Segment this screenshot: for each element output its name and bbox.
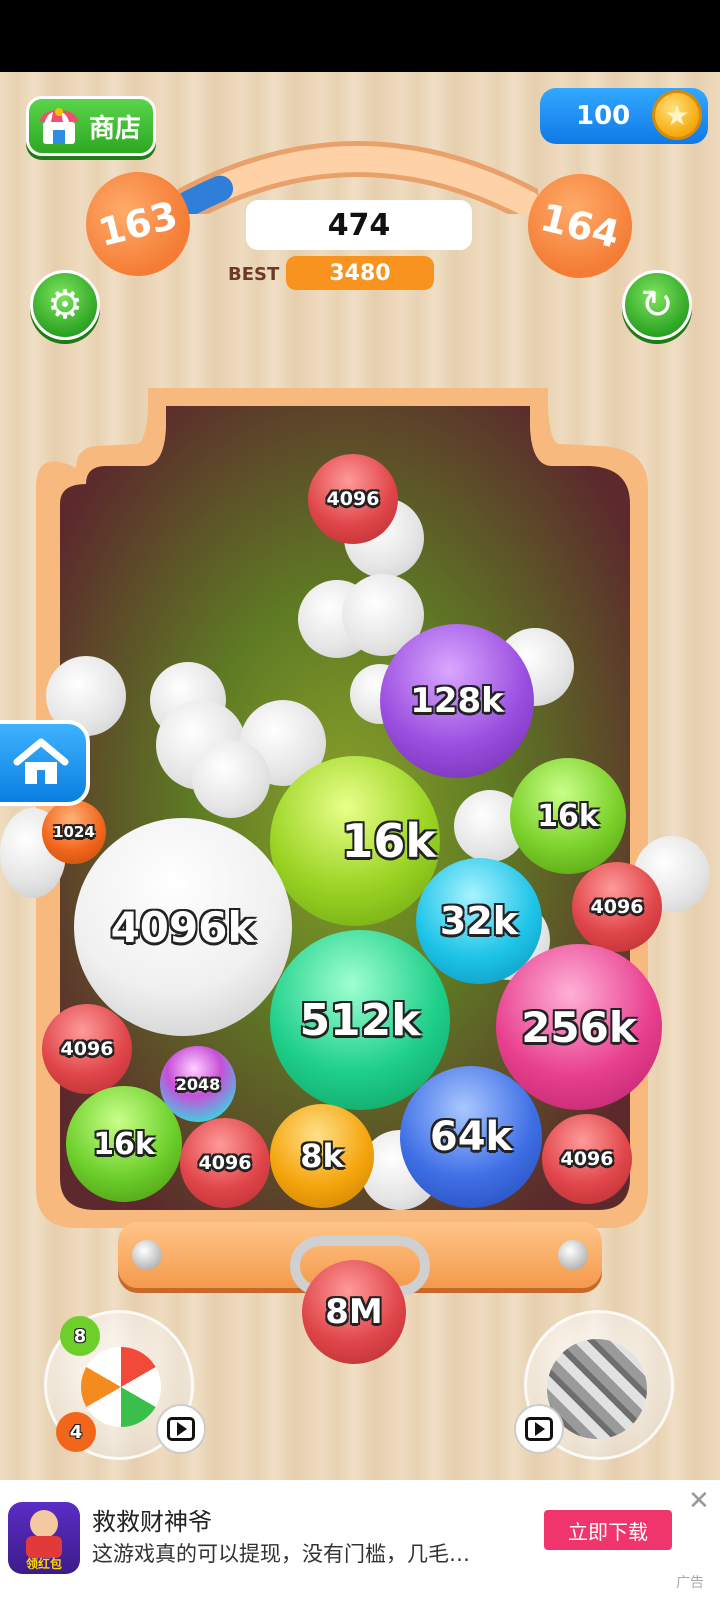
ball-label: 16k (93, 1126, 155, 1162)
watch-ad-button[interactable] (514, 1404, 564, 1454)
status-bar (0, 0, 720, 72)
ball-label: 128k (410, 681, 504, 721)
number-ball: 64k (400, 1066, 542, 1208)
beach-ball-icon (81, 1347, 161, 1427)
ball-label: 256k (521, 1002, 637, 1052)
number-ball: 16k (66, 1086, 182, 1202)
badge-value: 4 (69, 1421, 83, 1443)
video-play-icon (525, 1417, 553, 1441)
ball-label: 16k (341, 814, 436, 868)
ball-label: 4096 (590, 896, 644, 918)
number-ball: 256k (496, 944, 662, 1110)
ad-icon-text: 领红包 (25, 1557, 62, 1571)
number-ball: 128k (380, 624, 534, 778)
number-ball: 4096k (74, 818, 292, 1036)
video-play-icon (167, 1417, 195, 1441)
score-display: 474 (246, 200, 472, 250)
number-ball: 16k (270, 756, 440, 926)
ball-label: 32k (439, 899, 519, 943)
ball-label: 4096 (198, 1152, 252, 1174)
best-score: 3480 (286, 256, 434, 290)
ball-label: 4096 (60, 1038, 114, 1060)
ball-label: 2048 (175, 1074, 221, 1094)
ball-label: 64k (429, 1114, 513, 1160)
ad-description: 这游戏真的可以提现，没有门槛，几毛… (92, 1542, 470, 1566)
best-label: BEST (228, 264, 280, 285)
restart-button[interactable]: ↻ (622, 270, 692, 340)
settings-button[interactable]: ⚙ (30, 270, 100, 340)
ball-label: 1024 (53, 823, 95, 841)
ad-title: 救救财神爷 (92, 1508, 212, 1536)
ad-banner[interactable]: 领红包 救救财神爷 这游戏真的可以提现，没有门槛，几毛… 立即下载 ✕ 广告 (0, 1480, 720, 1600)
coin-count: 100 (576, 101, 631, 131)
ad-download-button[interactable]: 立即下载 (544, 1510, 672, 1550)
coin-star-icon: ★ (652, 90, 702, 140)
ball-label: 8k (300, 1137, 344, 1175)
powerup-count-badge: 4 (56, 1412, 96, 1452)
shop-label: 商店 (89, 113, 142, 144)
home-icon (13, 738, 69, 784)
ball-label: 16k (537, 798, 599, 834)
number-ball: 4096 (542, 1114, 632, 1204)
white-ball (192, 740, 270, 818)
restart-icon: ↻ (640, 282, 674, 328)
number-ball: 8k (270, 1104, 374, 1208)
ad-app-icon: 领红包 (8, 1502, 80, 1574)
shop-icon (37, 106, 81, 146)
rivet (132, 1240, 162, 1270)
number-ball: 4096 (572, 862, 662, 952)
number-ball: 4096 (42, 1004, 132, 1094)
next-ball[interactable]: 8M (302, 1260, 406, 1364)
home-button[interactable] (0, 720, 90, 806)
number-ball: 4096 (180, 1118, 270, 1208)
powerup-count-badge: 8 (60, 1316, 100, 1356)
badge-value: 8 (73, 1325, 87, 1347)
coin-counter[interactable]: 100 ★ (540, 88, 708, 144)
rivet (558, 1240, 588, 1270)
ball-label: 4096k (110, 902, 256, 952)
number-ball: 16k (510, 758, 626, 874)
close-icon[interactable]: ✕ (688, 1486, 710, 1516)
watch-ad-button[interactable] (156, 1404, 206, 1454)
ball-label: 4096 (560, 1148, 614, 1170)
next-ball-label: 8M (325, 1292, 383, 1332)
ball-label: 4096 (326, 488, 380, 510)
ad-tag: 广告 (676, 1575, 704, 1591)
ball-label: 512k (299, 994, 421, 1046)
number-ball: 4096 (308, 454, 398, 544)
gear-icon: ⚙ (47, 282, 83, 328)
number-ball: 1024 (42, 800, 106, 864)
shop-button[interactable]: 商店 (26, 96, 156, 156)
